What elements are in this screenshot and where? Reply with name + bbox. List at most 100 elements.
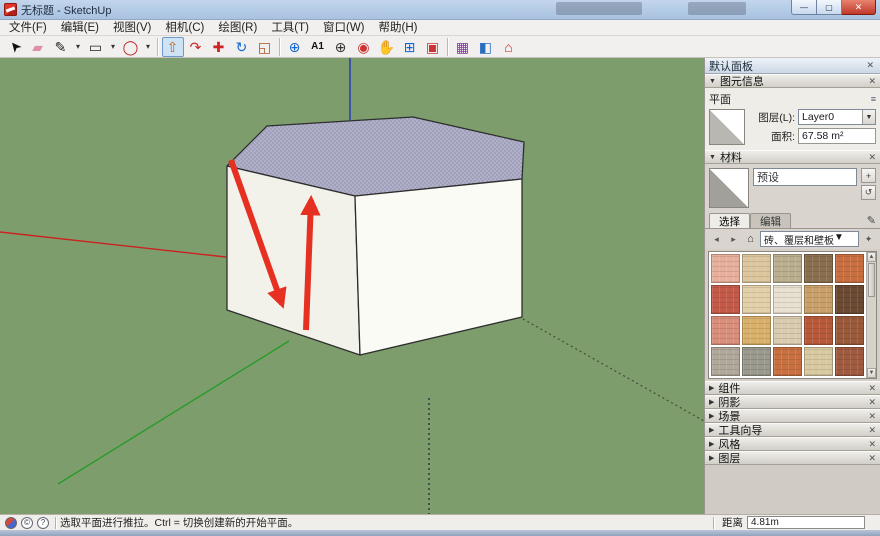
material-swatch[interactable] — [835, 347, 864, 376]
material-swatch[interactable] — [773, 316, 802, 345]
entity-details-icon[interactable]: ≡ — [871, 94, 876, 104]
menu-item[interactable]: 窗口(W) — [316, 20, 372, 36]
section-close-icon[interactable]: ✕ — [868, 439, 876, 450]
sample-paint-icon[interactable]: ✦ — [861, 232, 876, 247]
minimize-button[interactable]: — — [791, 0, 817, 15]
warehouse-button[interactable]: ⌂ — [498, 37, 520, 57]
zoom-extents-tool[interactable]: ▣ — [422, 37, 444, 57]
tab-edit[interactable]: 编辑 — [750, 213, 791, 228]
back-arrow-icon[interactable]: ◂ — [709, 232, 724, 247]
circle-tool[interactable]: ◯ — [120, 37, 142, 57]
set-default-material-button[interactable]: ↺ — [861, 185, 876, 200]
menu-item[interactable]: 视图(V) — [106, 20, 158, 36]
materials-browser-button[interactable]: ▦ — [452, 37, 474, 57]
section-close-icon[interactable]: ✕ — [868, 152, 876, 163]
close-button[interactable]: ✕ — [842, 0, 876, 15]
material-category-select[interactable]: 砖、覆层和壁板 ▼ — [760, 231, 859, 247]
section-close-icon[interactable]: ✕ — [868, 453, 876, 464]
line-tool-dropdown[interactable]: ▾ — [73, 37, 84, 57]
material-swatch[interactable] — [742, 285, 771, 314]
panel-close-icon[interactable]: ✕ — [864, 60, 876, 71]
area-field[interactable]: 67.58 m² — [798, 128, 876, 144]
orbit-tool[interactable]: ◉ — [353, 37, 375, 57]
material-swatch[interactable] — [804, 316, 833, 345]
geolocation-icon[interactable] — [5, 517, 17, 529]
in-model-icon[interactable]: ⌂ — [743, 232, 758, 247]
help-icon[interactable]: ? — [37, 517, 49, 529]
measurement-input[interactable]: 4.81m — [747, 516, 865, 529]
pushpull-tool[interactable]: ⇧ — [162, 37, 184, 57]
material-swatch[interactable] — [742, 316, 771, 345]
material-swatch[interactable] — [835, 254, 864, 283]
material-swatch[interactable] — [773, 347, 802, 376]
eyedropper-icon[interactable]: ✎ — [867, 214, 876, 227]
material-swatch-grid — [709, 252, 866, 378]
current-material-preview — [709, 168, 749, 208]
rectangle-tool[interactable]: ▭ — [85, 37, 107, 57]
section-header-materials[interactable]: ▼ 材料 ✕ — [705, 150, 880, 164]
material-swatch[interactable] — [835, 316, 864, 345]
rectangle-tool-dropdown[interactable]: ▾ — [108, 37, 119, 57]
tab-select[interactable]: 选择 — [709, 213, 750, 228]
menu-item[interactable]: 工具(T) — [264, 20, 316, 36]
viewport-3d[interactable] — [0, 58, 704, 514]
layer-select[interactable]: Layer0 ▼ — [798, 109, 876, 125]
circle-tool-dropdown[interactable]: ▾ — [143, 37, 154, 57]
scrollbar-thumb[interactable] — [868, 263, 875, 297]
styles-browser-button[interactable]: ◧ — [475, 37, 497, 57]
material-swatch[interactable] — [711, 316, 740, 345]
chevron-down-icon[interactable]: ▼ — [834, 232, 844, 246]
material-swatch[interactable] — [773, 254, 802, 283]
section-close-icon[interactable]: ✕ — [868, 425, 876, 436]
material-swatch[interactable] — [804, 347, 833, 376]
credits-icon[interactable]: © — [21, 517, 33, 529]
create-material-button[interactable]: + — [861, 168, 876, 183]
material-swatch[interactable] — [711, 347, 740, 376]
hexagonal-prism[interactable] — [227, 117, 524, 355]
maximize-button[interactable]: ▢ — [817, 0, 842, 15]
section-close-icon[interactable]: ✕ — [868, 76, 876, 87]
material-swatch[interactable] — [835, 285, 864, 314]
dimension-tool[interactable]: A1 — [307, 37, 329, 57]
move-tool[interactable]: ✚ — [208, 37, 230, 57]
select-tool[interactable]: ➤ — [4, 37, 26, 57]
viewport-canvas[interactable] — [0, 58, 704, 514]
scale-tool[interactable]: ◱ — [254, 37, 276, 57]
line-tool[interactable]: ✎ — [50, 37, 72, 57]
material-swatch[interactable] — [742, 347, 771, 376]
panel-section-collapsed[interactable]: ▶场景✕ — [705, 409, 880, 423]
section-close-icon[interactable]: ✕ — [868, 397, 876, 408]
material-swatch[interactable] — [804, 285, 833, 314]
section-header-entity-info[interactable]: ▼ 图元信息 ✕ — [705, 74, 880, 88]
menu-item[interactable]: 相机(C) — [158, 20, 211, 36]
panel-section-collapsed[interactable]: ▶工具向导✕ — [705, 423, 880, 437]
scroll-up-icon[interactable]: ▲ — [867, 252, 876, 262]
menu-item[interactable]: 绘图(R) — [211, 20, 264, 36]
panel-section-collapsed[interactable]: ▶组件✕ — [705, 381, 880, 395]
panel-section-collapsed[interactable]: ▶风格✕ — [705, 437, 880, 451]
forward-arrow-icon[interactable]: ▸ — [726, 232, 741, 247]
material-name-field[interactable]: 预设 — [753, 168, 857, 186]
material-swatch[interactable] — [804, 254, 833, 283]
material-grid-scrollbar[interactable]: ▲ ▼ — [866, 252, 876, 378]
zoom-tool[interactable]: ⊕ — [330, 37, 352, 57]
menu-item[interactable]: 文件(F) — [2, 20, 54, 36]
menu-item[interactable]: 帮助(H) — [372, 20, 425, 36]
panel-section-collapsed[interactable]: ▶图层✕ — [705, 451, 880, 465]
zoom-window-tool[interactable]: ⊞ — [399, 37, 421, 57]
material-swatch[interactable] — [711, 285, 740, 314]
menu-item[interactable]: 编辑(E) — [54, 20, 106, 36]
chevron-down-icon[interactable]: ▼ — [862, 110, 875, 124]
section-close-icon[interactable]: ✕ — [868, 383, 876, 394]
rotate-tool[interactable]: ↻ — [231, 37, 253, 57]
followme-tool[interactable]: ↷ — [185, 37, 207, 57]
material-swatch[interactable] — [773, 285, 802, 314]
material-swatch[interactable] — [711, 254, 740, 283]
pan-tool[interactable]: ✋ — [376, 37, 398, 57]
eraser-tool[interactable]: ▰ — [27, 37, 49, 57]
scroll-down-icon[interactable]: ▼ — [867, 368, 876, 378]
material-swatch[interactable] — [742, 254, 771, 283]
tape-measure-tool[interactable]: ⊕ — [284, 37, 306, 57]
panel-section-collapsed[interactable]: ▶阴影✕ — [705, 395, 880, 409]
section-close-icon[interactable]: ✕ — [868, 411, 876, 422]
